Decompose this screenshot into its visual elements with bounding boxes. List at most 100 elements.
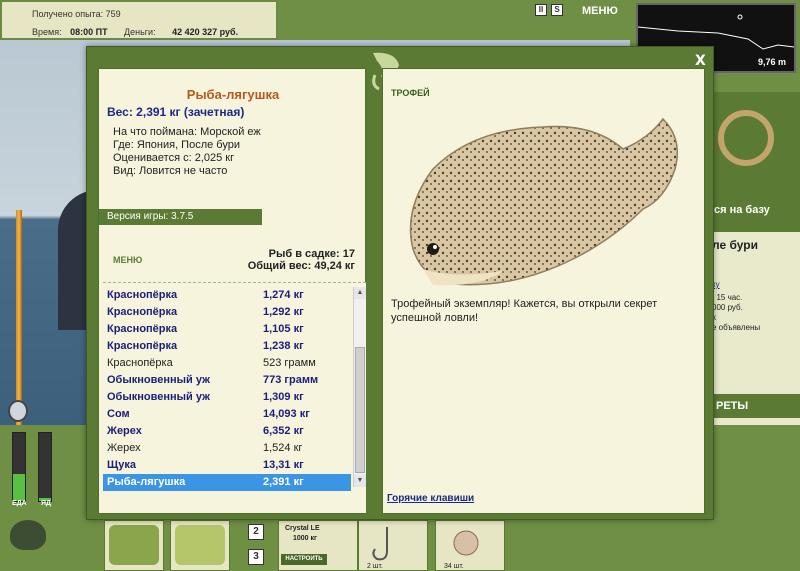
catch-row[interactable]: Обыкновенный уж 773 грамм: [103, 372, 351, 389]
catch-list: Краснопёрка 1,274 кг Краснопёрка 1,292 кг Кр…: [103, 282, 366, 513]
catch-row[interactable]: Краснопёрка 1,105 кг: [103, 321, 351, 338]
catch-row-weight: 6,352 кг: [263, 425, 304, 437]
food-label: ЕДА: [12, 500, 27, 507]
ship-wheel-icon[interactable]: [718, 110, 774, 166]
catch-row-weight: 1,524 кг: [263, 442, 303, 454]
rarity: Вид: Ловится не часто: [113, 165, 228, 177]
fish-name-title: Рыба-лягушка: [186, 87, 280, 102]
tackle-info: Crystal LE 1000 кг НАСТРОИТЬ: [278, 520, 358, 571]
info-line: е объявлены: [712, 323, 761, 332]
catch-row[interactable]: Краснопёрка 1,274 кг: [103, 287, 351, 304]
fish-weight: Вес: 2,391 кг (зачетная): [107, 105, 245, 119]
hook-slot[interactable]: 2 шт.: [358, 520, 428, 571]
food-gauge: [12, 432, 26, 502]
catch-row-name: Краснопёрка: [107, 289, 178, 301]
cauldron-icon[interactable]: [10, 520, 46, 550]
catch-row-weight: 523 грамм: [263, 357, 316, 369]
catch-row[interactable]: Щука 13,31 кг: [103, 457, 351, 474]
catch-row[interactable]: Краснопёрка 523 грамм: [103, 355, 351, 372]
top-status-bar: Получено опыта: 759 Время: 08:00 ПТ День…: [0, 0, 278, 40]
trophy-panel: ТРОФЕЙ Трофейный экземпляр! Кажется, вы …: [382, 68, 705, 514]
vegetable-basket-icon: [109, 525, 159, 565]
catch-row-name: Краснопёрка: [107, 340, 178, 352]
top-menu-button[interactable]: МЕНЮ: [582, 5, 618, 17]
catch-row-name: Жерех: [107, 442, 141, 454]
catch-row-name: Краснопёрка: [107, 323, 178, 335]
money-label: Деньги:: [124, 27, 156, 37]
info-line: : 15 час.: [712, 293, 743, 302]
catch-list-scrollbar[interactable]: ▲ ▼: [353, 287, 366, 487]
fishing-rod[interactable]: [16, 210, 22, 460]
time-label: Время:: [32, 27, 62, 37]
catch-row-weight: 773 грамм: [263, 374, 319, 386]
inventory-slot[interactable]: [104, 520, 164, 571]
exp-value: 759: [105, 9, 121, 19]
hook-icon: [372, 527, 388, 561]
catch-row-name: Жерех: [107, 425, 142, 437]
catch-row-name: Рыба-лягушка: [107, 476, 186, 488]
catch-row-name: Обыкновенный уж: [107, 374, 210, 386]
trophy-description: Трофейный экземпляр! Кажется, вы открыли…: [391, 298, 658, 324]
catch-row-name: Щука: [107, 459, 136, 471]
money-value: 42 420 327 руб.: [172, 27, 239, 37]
catch-row[interactable]: Краснопёрка 1,238 кг: [103, 338, 351, 355]
catch-row-name: Сом: [107, 408, 130, 420]
catch-row[interactable]: Рыба-лягушка 2,391 кг: [103, 474, 351, 491]
line-name: Crystal LE: [285, 525, 320, 532]
secrets-header[interactable]: РЕТЫ: [712, 394, 800, 418]
catch-row[interactable]: Жерех 6,352 кг: [103, 423, 351, 440]
catch-row-weight: 13,31 кг: [263, 459, 304, 471]
sound-button[interactable]: S: [551, 4, 563, 16]
dialog-menu-link[interactable]: МЕНЮ: [113, 255, 142, 265]
exp-label: Получено опыта:: [32, 9, 104, 19]
info-line: 000 руб.: [712, 303, 743, 312]
bait-slot[interactable]: 34 шт.: [435, 520, 505, 571]
close-button[interactable]: X: [695, 53, 706, 69]
frogfish-image: [409, 117, 678, 286]
top-icon-group: II S: [535, 4, 563, 16]
keepnet-count: Рыб в садке: 17: [268, 248, 355, 260]
catch-row[interactable]: Сом 14,093 кг: [103, 406, 351, 423]
catch-row[interactable]: Жерех 1,524 кг: [103, 440, 351, 457]
catch-row-weight: 1,238 кг: [263, 340, 304, 352]
keepnet-total-weight: Общий вес: 49,24 кг: [247, 260, 355, 272]
catch-row-weight: 14,093 кг: [263, 408, 310, 420]
catch-row-name: Обыкновенный уж: [107, 391, 210, 403]
hook-quantity: 2 шт.: [367, 563, 383, 570]
catch-row-weight: 1,292 кг: [263, 306, 304, 318]
poison-label: ЯД: [41, 500, 52, 507]
bait-quantity: 34 шт.: [444, 563, 464, 570]
poison-gauge: [38, 432, 52, 502]
line-strength: 1000 кг: [293, 535, 317, 542]
rod-slot-3-button[interactable]: 3: [248, 549, 264, 565]
trophy-label: ТРОФЕЙ: [391, 88, 430, 98]
rod-slot-2-button[interactable]: 2: [248, 524, 264, 540]
pause-button[interactable]: II: [535, 4, 547, 16]
time-value: 08:00 ПТ: [70, 27, 108, 37]
catch-dialog: X Рыба-лягушка Вес: 2,391 кг (зачетная) …: [86, 46, 714, 520]
scroll-thumb[interactable]: [355, 347, 365, 473]
valued-from: Оценивается с: 2,025 кг: [113, 152, 235, 164]
catch-row-weight: 1,274 кг: [263, 289, 304, 301]
bucket-icon: [175, 525, 225, 565]
catch-row[interactable]: Обыкновенный уж 1,309 кг: [103, 389, 351, 406]
catch-row-weight: 2,391 кг: [263, 476, 304, 488]
depth-readout: 9,76 m: [757, 57, 786, 67]
scroll-down-icon[interactable]: ▼: [354, 475, 366, 487]
caught-where: Где: Япония, После бури: [113, 139, 240, 151]
catch-row[interactable]: Краснопёрка 1,292 кг: [103, 304, 351, 321]
catch-row-name: Краснопёрка: [107, 306, 178, 318]
food-fill: [13, 473, 25, 501]
go-to-base-label[interactable]: ся на базу: [714, 204, 770, 216]
game-version: Версия игры: 3.7.5: [99, 209, 262, 225]
inventory-slot[interactable]: [170, 520, 230, 571]
catch-row-weight: 1,309 кг: [263, 391, 304, 403]
reel-icon[interactable]: [8, 400, 28, 422]
setup-button[interactable]: НАСТРОИТЬ: [281, 554, 327, 565]
hotkeys-link[interactable]: Горячие клавиши: [387, 493, 474, 504]
location-label: ле бури: [712, 238, 758, 252]
game-logo: [12, 40, 92, 54]
catch-row-name: Краснопёрка: [107, 357, 173, 369]
catch-row-weight: 1,105 кг: [263, 323, 304, 335]
scroll-up-icon[interactable]: ▲: [354, 287, 366, 299]
